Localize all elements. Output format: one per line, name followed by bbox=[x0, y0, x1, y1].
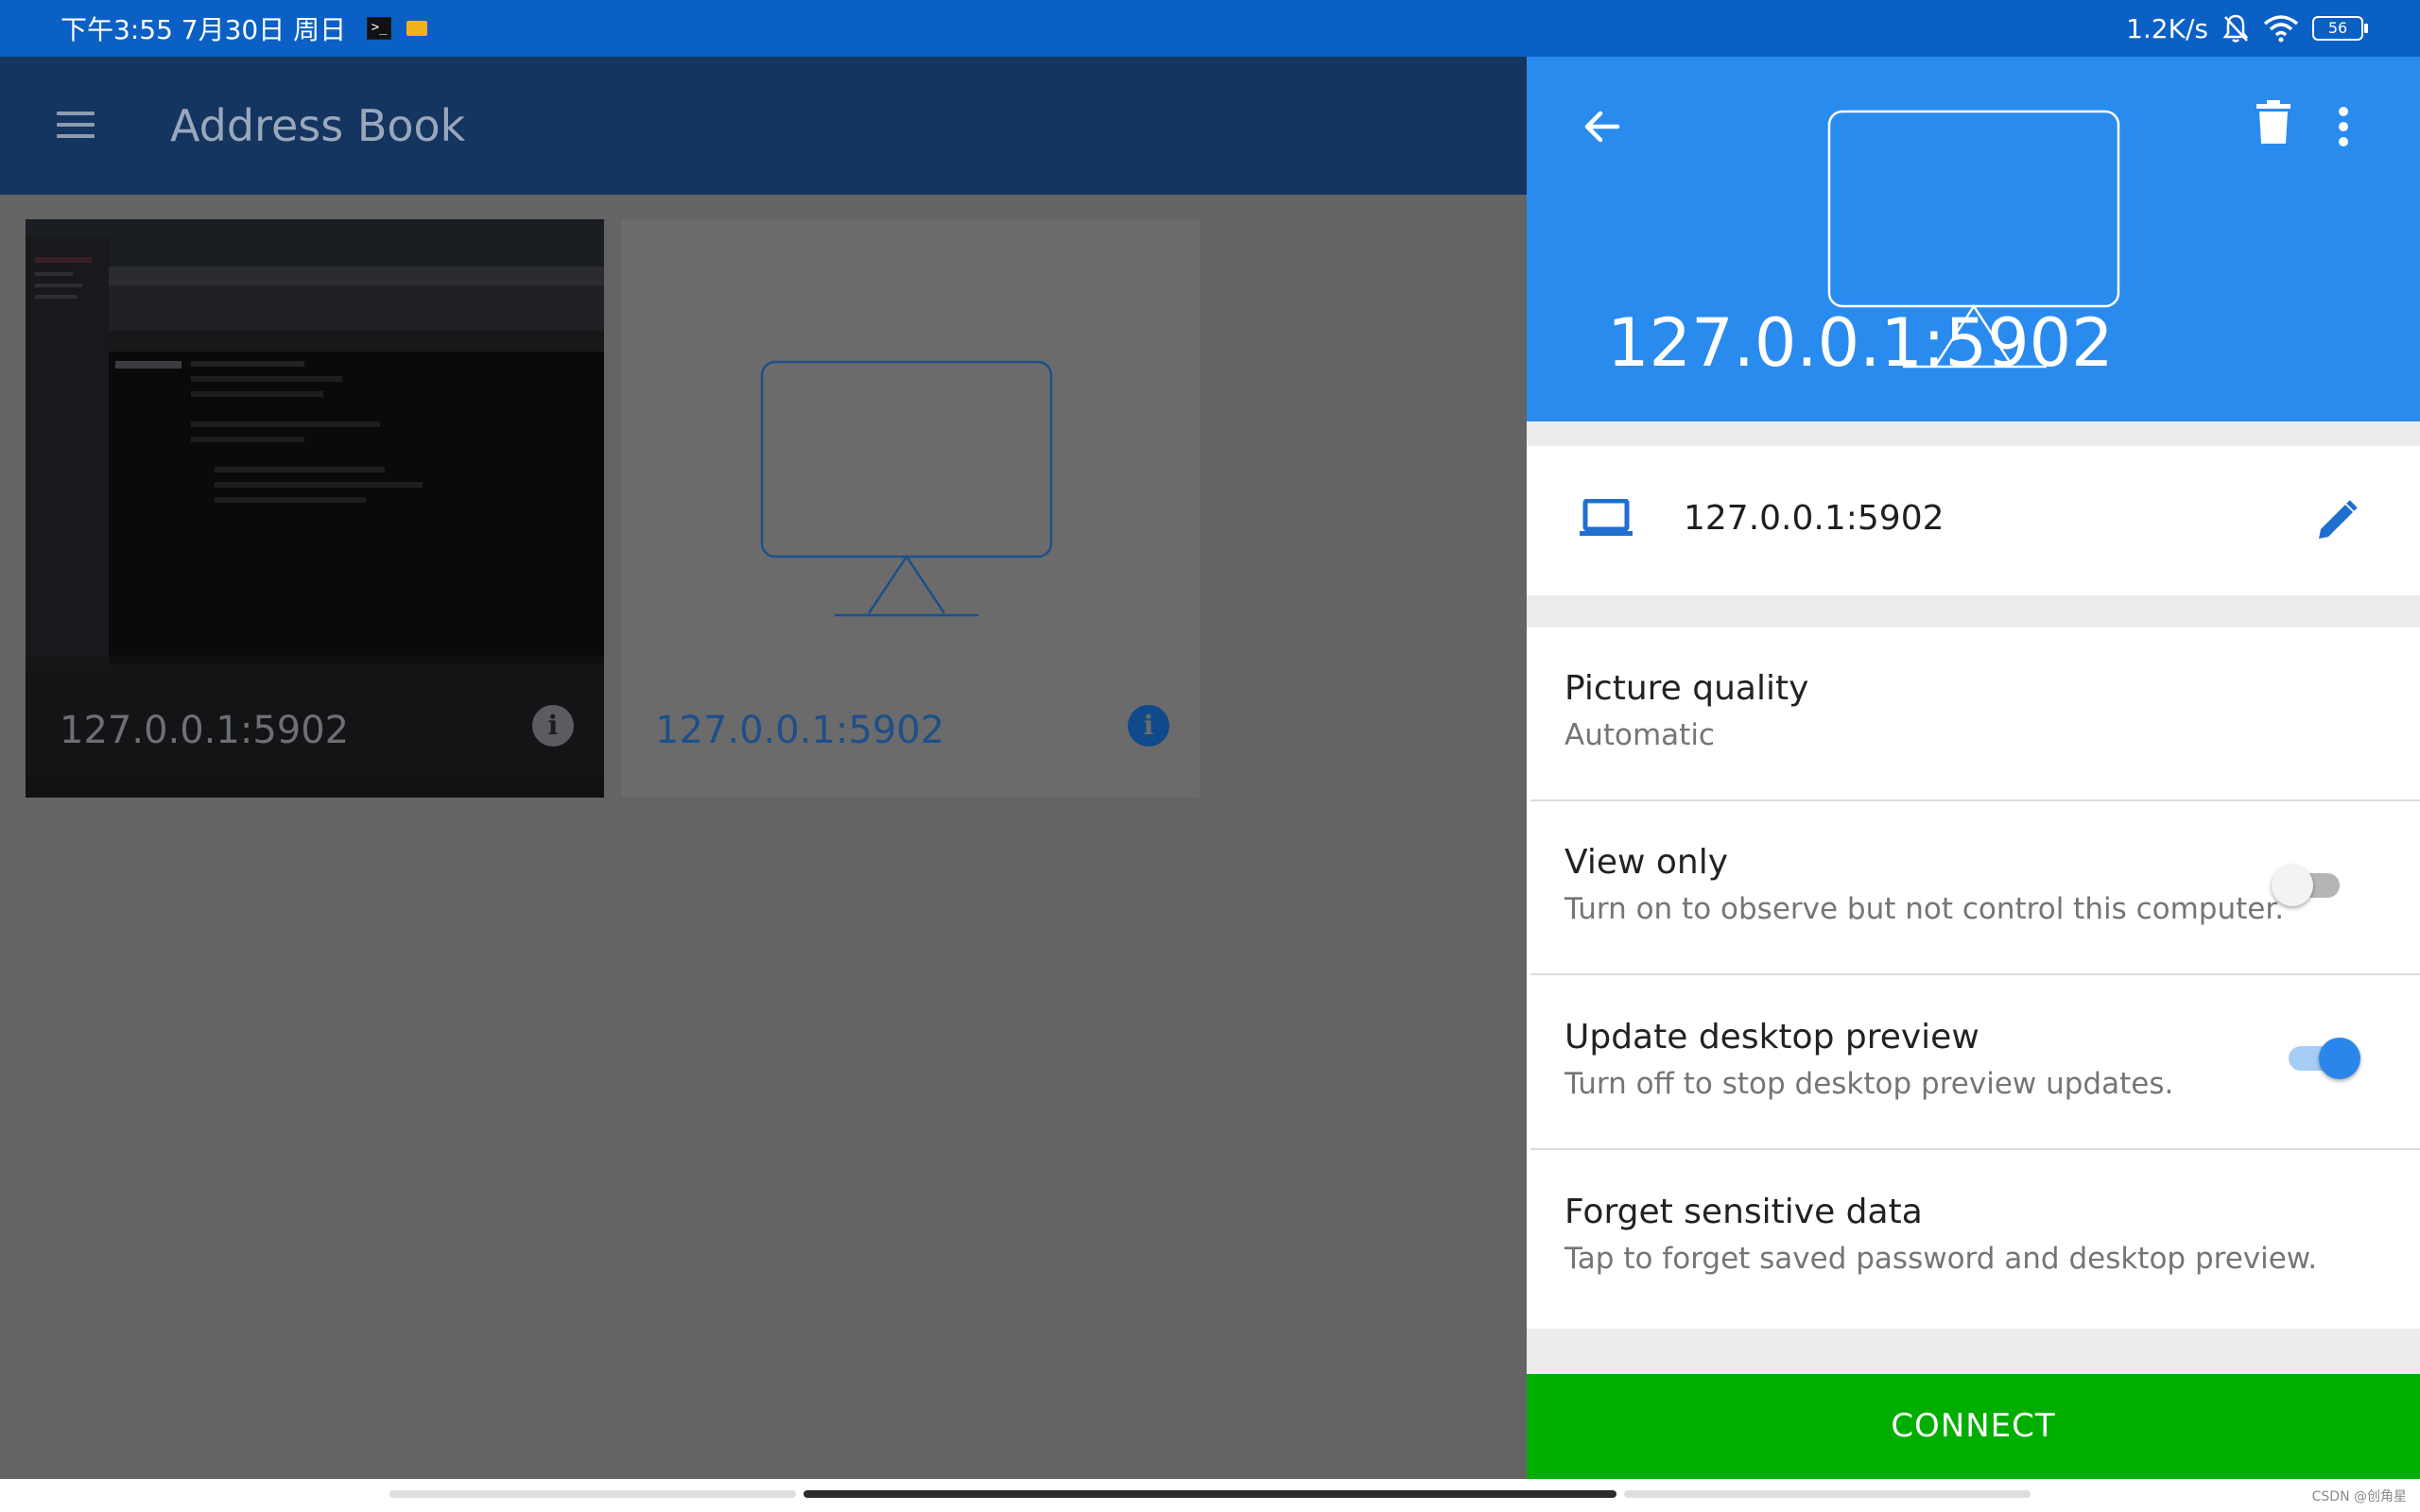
view-only-setting[interactable]: View only Turn on to observe but not con… bbox=[1527, 801, 2420, 975]
setting-subtitle: Tap to forget saved password and desktop… bbox=[1564, 1242, 2318, 1276]
update-preview-setting[interactable]: Update desktop preview Turn off to stop … bbox=[1527, 976, 2420, 1150]
navigation-bar: CSDN @创角星 bbox=[0, 1479, 2420, 1512]
connection-card[interactable]: 127.0.0.1:5902 i bbox=[621, 219, 1200, 798]
nav-handle-right[interactable] bbox=[1624, 1490, 2031, 1498]
details-header: 127.0.0.1:5902 bbox=[1527, 57, 2420, 421]
info-icon[interactable]: i bbox=[1128, 705, 1169, 747]
view-only-toggle[interactable] bbox=[2272, 858, 2351, 911]
status-bar: 下午3:55 7月30日 周日 >_ 1.2K/s 56 bbox=[0, 0, 2420, 57]
forget-data-setting[interactable]: Forget sensitive data Tap to forget save… bbox=[1527, 1151, 2420, 1325]
host-address: 127.0.0.1:5902 bbox=[1684, 499, 1945, 538]
more-vert-icon[interactable] bbox=[2336, 106, 2351, 147]
connect-button[interactable]: CONNECT bbox=[1527, 1374, 2420, 1479]
setting-title: View only bbox=[1564, 843, 1729, 882]
nav-handle-left[interactable] bbox=[389, 1490, 796, 1498]
menu-icon[interactable] bbox=[57, 112, 95, 140]
edit-pencil-icon[interactable] bbox=[2315, 499, 2359, 542]
app-bar: Address Book bbox=[0, 57, 1527, 195]
laptop-icon bbox=[1580, 499, 1633, 536]
bell-muted-icon bbox=[2222, 14, 2249, 43]
setting-title: Update desktop preview bbox=[1564, 1018, 1979, 1057]
status-time-date: 下午3:55 7月30日 周日 bbox=[60, 14, 347, 45]
picture-quality-setting[interactable]: Picture quality Automatic bbox=[1527, 627, 2420, 801]
delete-icon[interactable] bbox=[2256, 100, 2290, 146]
page-title: Address Book bbox=[170, 100, 466, 151]
nav-handle-main[interactable] bbox=[804, 1490, 1616, 1498]
connection-title: 127.0.0.1:5902 bbox=[1607, 304, 2114, 382]
card-label: 127.0.0.1:5902 bbox=[60, 709, 350, 752]
setting-subtitle: Turn off to stop desktop preview updates… bbox=[1564, 1067, 2174, 1101]
settings-list: Picture quality Automatic View only Turn… bbox=[1527, 627, 2420, 1329]
connection-details-panel: 127.0.0.1:5902 127.0.0.1:5902 Picture qu… bbox=[1527, 57, 2420, 1479]
connection-card[interactable]: 127.0.0.1:5902 i bbox=[26, 219, 604, 798]
setting-subtitle: Automatic bbox=[1564, 718, 1715, 752]
setting-subtitle: Turn on to observe but not control this … bbox=[1564, 892, 2285, 926]
host-row: 127.0.0.1:5902 bbox=[1527, 446, 2420, 595]
terminal-icon: >_ bbox=[367, 17, 392, 40]
network-speed: 1.2K/s bbox=[2126, 12, 2208, 44]
wifi-icon bbox=[2263, 15, 2299, 43]
monitor-icon bbox=[760, 360, 1053, 617]
setting-title: Picture quality bbox=[1564, 669, 1809, 708]
back-arrow-icon[interactable] bbox=[1580, 104, 1625, 149]
setting-title: Forget sensitive data bbox=[1564, 1193, 1923, 1231]
mail-icon bbox=[406, 21, 428, 36]
card-label: 127.0.0.1:5902 bbox=[655, 709, 945, 752]
watermark: CSDN @创角星 bbox=[2311, 1489, 2407, 1504]
info-icon[interactable]: i bbox=[532, 705, 574, 747]
battery-icon: 56 bbox=[2312, 16, 2368, 41]
update-preview-toggle[interactable] bbox=[2283, 1031, 2362, 1084]
